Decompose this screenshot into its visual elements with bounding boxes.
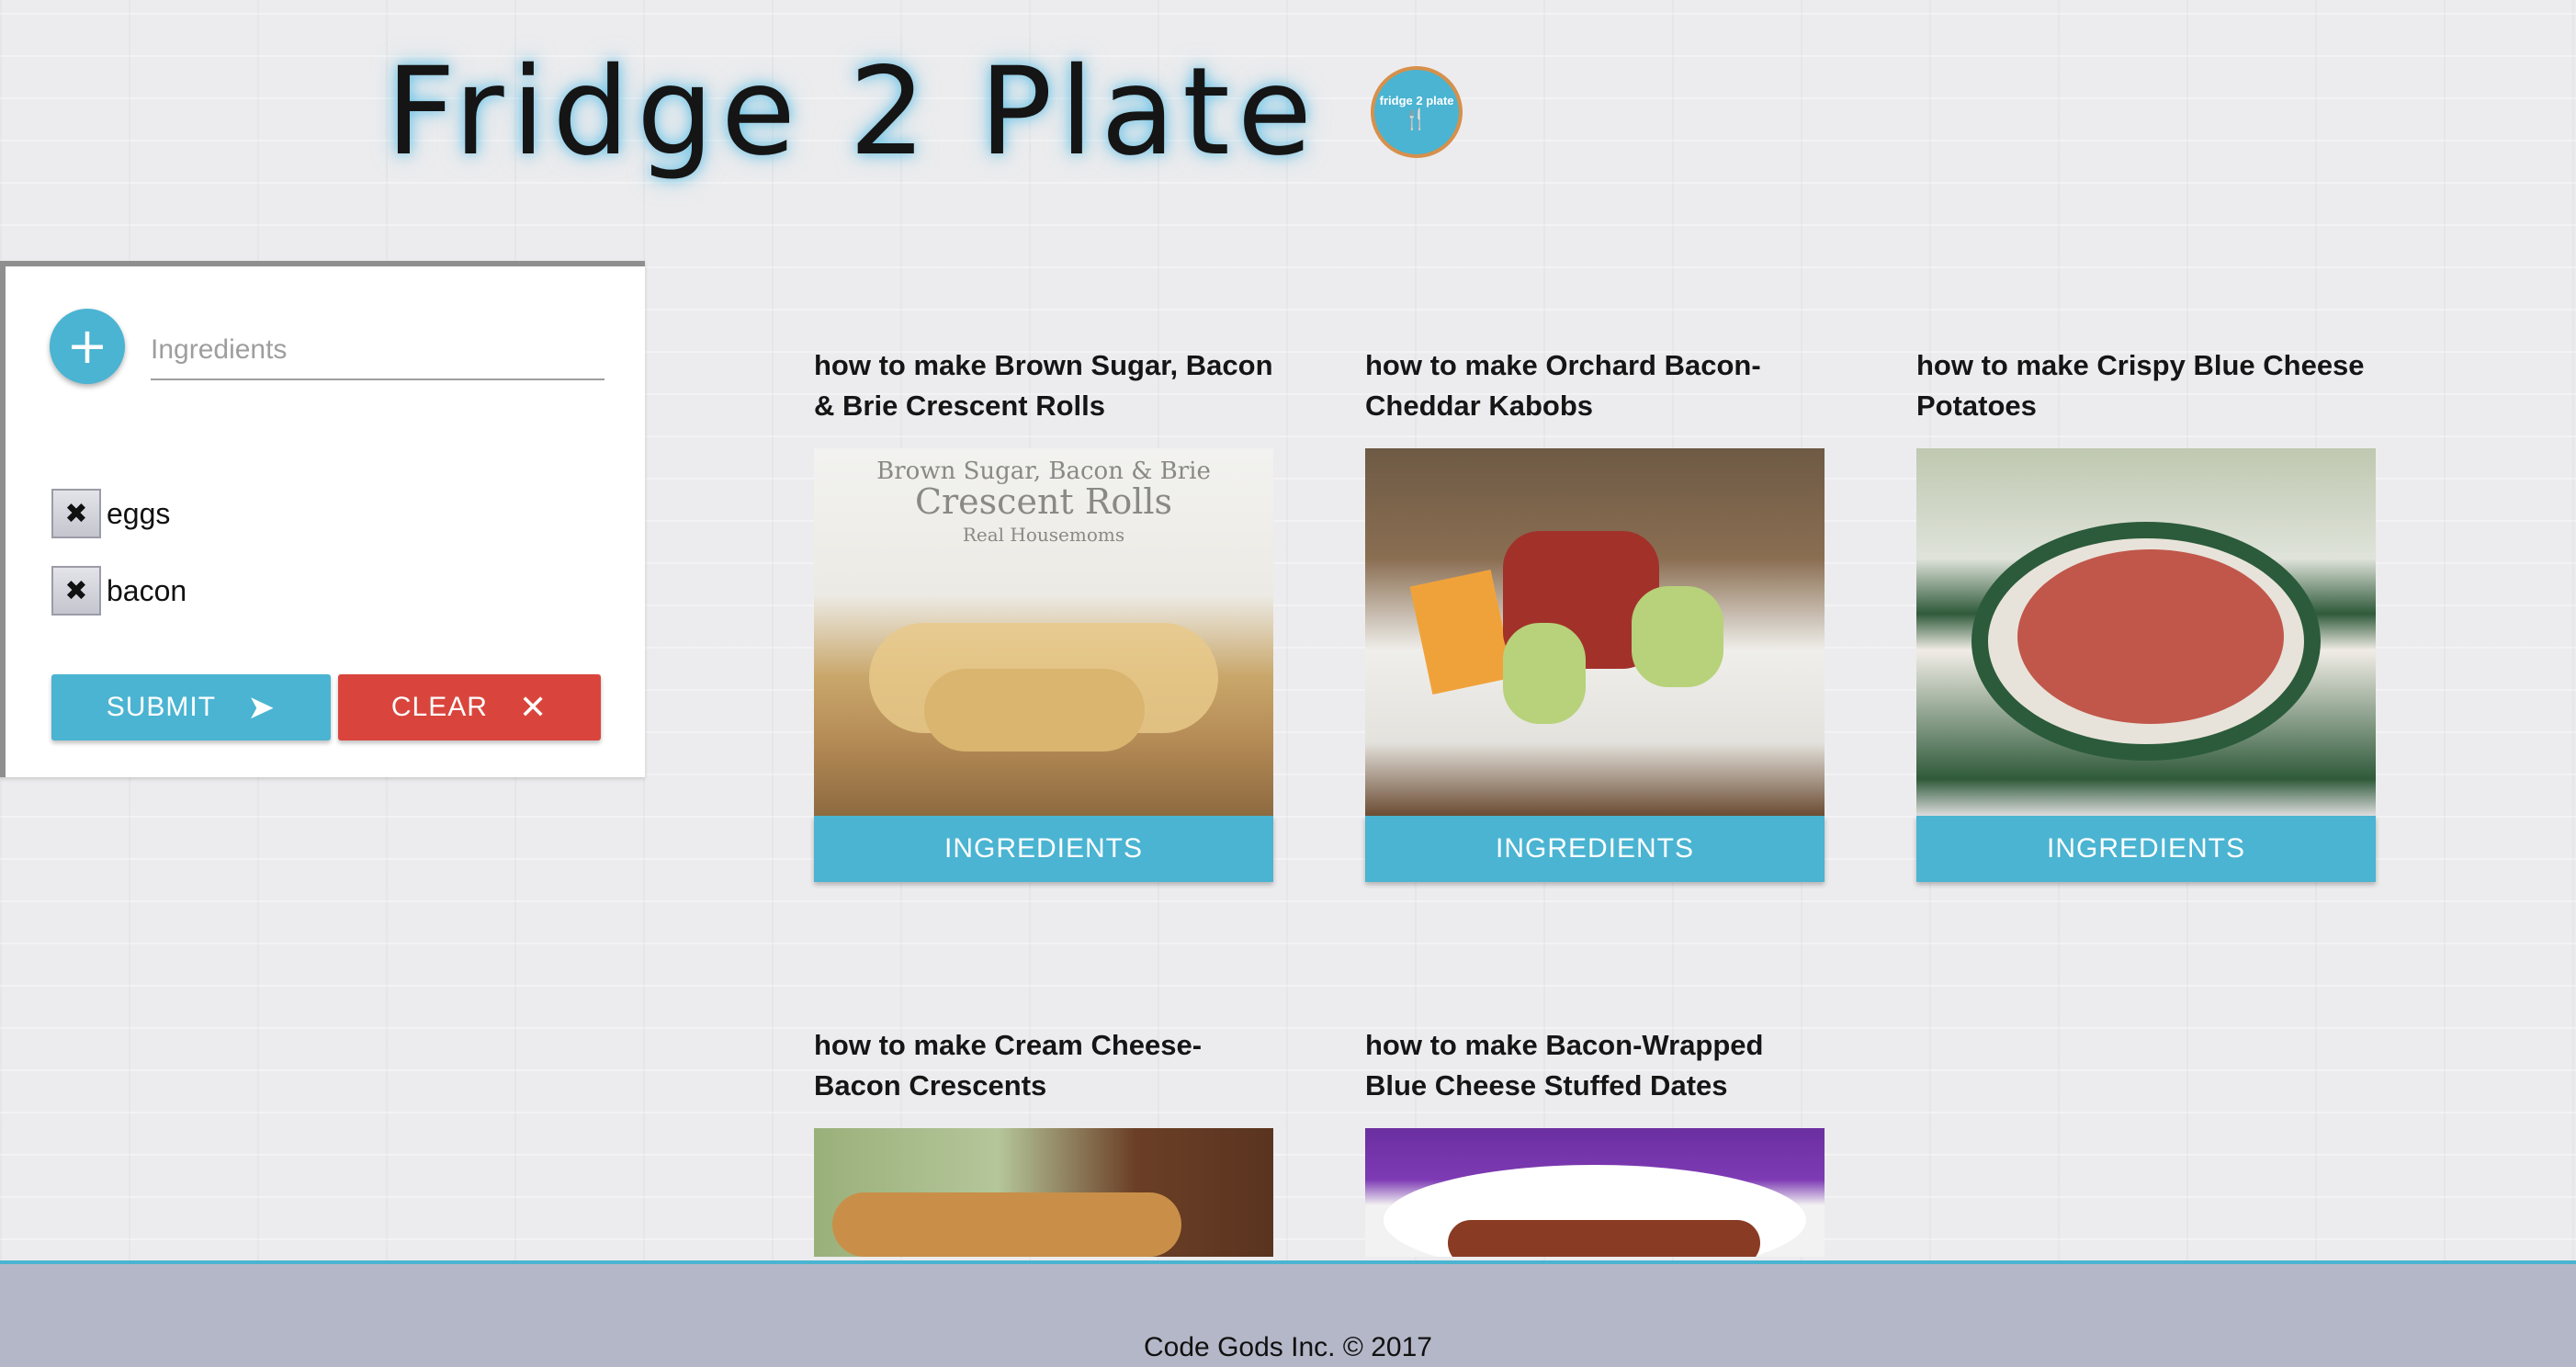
clear-button[interactable]: CLEAR ✕ (338, 674, 601, 740)
send-icon: ➤ (247, 688, 277, 727)
recipe-image-dates[interactable] (1365, 1128, 1825, 1257)
submit-label: SUBMIT (106, 692, 217, 722)
crescents-shape (832, 1192, 1181, 1257)
ingredient-panel: + ✖ eggs ✖ bacon SUBMIT ➤ CLEAR ✕ (0, 261, 645, 777)
close-icon: ✕ (518, 688, 548, 727)
site-title: Fridge 2 Plate (386, 41, 1320, 183)
ingredients-button[interactable]: INGREDIENTS (814, 816, 1273, 882)
recipe-title: how to make Cream Cheese-Bacon Crescents (814, 1029, 1203, 1102)
recipe-title: how to make Orchard Bacon-Cheddar Kabobs (1365, 349, 1761, 422)
recipe-card: how to make Orchard Bacon-Cheddar Kabobs… (1365, 345, 1825, 882)
site-header: Fridge 2 Plate fridge 2 plate 🍴 (386, 48, 1463, 176)
recipe-title: how to make Crispy Blue Cheese Potatoes (1916, 349, 2365, 422)
recipe-title: how to make Bacon-Wrapped Blue Cheese St… (1365, 1029, 1764, 1102)
site-footer: Code Gods Inc. © 2017 (0, 1260, 2576, 1367)
recipe-card: how to make Brown Sugar, Bacon & Brie Cr… (814, 345, 1273, 882)
ingredient-input[interactable] (151, 322, 604, 380)
pastry-shape (924, 669, 1145, 751)
submit-button[interactable]: SUBMIT ➤ (51, 674, 331, 740)
ingredients-button[interactable]: INGREDIENTS (1365, 816, 1825, 882)
ingredient-label: eggs (107, 496, 171, 530)
cheese-shape (1409, 569, 1514, 695)
footer-text: Code Gods Inc. © 2017 (1144, 1332, 1432, 1362)
recipe-image-potatoes[interactable] (1916, 448, 2376, 816)
remove-ingredient-icon[interactable]: ✖ (51, 489, 101, 538)
recipe-card: how to make Crispy Blue Cheese Potatoes … (1916, 345, 2376, 882)
apple-shape (1503, 623, 1586, 724)
potatoes-shape (2017, 549, 2284, 724)
recipe-card: how to make Bacon-Wrapped Blue Cheese St… (1365, 1025, 1825, 1257)
ingredient-chip: ✖ bacon (51, 566, 186, 616)
apple-shape (1632, 586, 1723, 687)
plus-icon: + (66, 317, 108, 375)
recipe-image-kabobs[interactable] (1365, 448, 1825, 816)
remove-ingredient-icon[interactable]: ✖ (51, 566, 101, 616)
ingredient-label: bacon (107, 573, 187, 607)
image-caption: Real Housemoms (962, 524, 1125, 546)
recipe-image-crescents[interactable] (814, 1128, 1273, 1257)
image-caption: Crescent Rolls (914, 481, 1173, 522)
add-ingredient-button[interactable]: + (50, 309, 125, 384)
recipe-card: how to make Cream Cheese-Bacon Crescents (814, 1025, 1273, 1257)
ingredient-chip: ✖ eggs (51, 489, 170, 538)
clear-label: CLEAR (390, 692, 488, 722)
fridge2plate-logo[interactable]: fridge 2 plate 🍴 (1371, 66, 1463, 158)
utensils-icon: 🍴 (1403, 107, 1430, 130)
dates-shape (1448, 1220, 1760, 1257)
logo-text: fridge 2 plate (1379, 93, 1454, 107)
recipe-title: how to make Brown Sugar, Bacon & Brie Cr… (814, 349, 1273, 422)
recipe-image-crescent-rolls[interactable]: Brown Sugar, Bacon & Brie Crescent Rolls… (814, 448, 1273, 816)
ingredients-button[interactable]: INGREDIENTS (1916, 816, 2376, 882)
